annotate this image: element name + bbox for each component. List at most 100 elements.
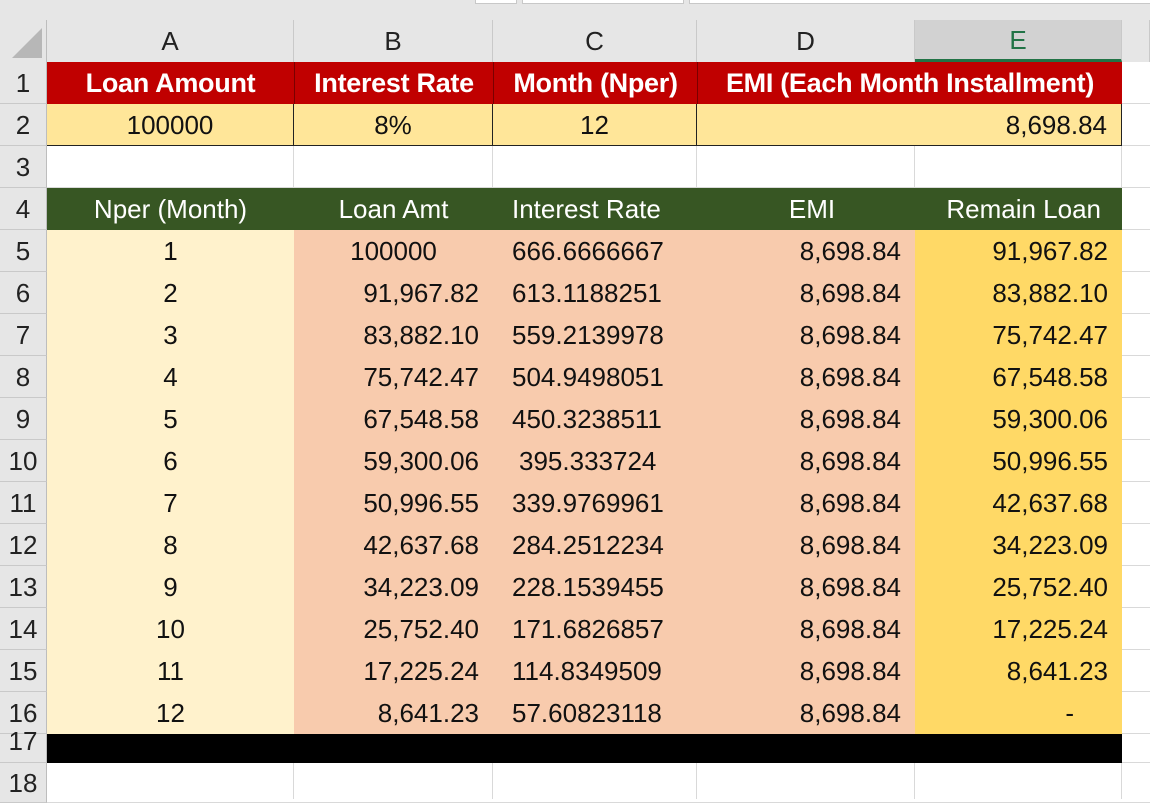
remain-loan-cell[interactable]: 8,641.23 [915,650,1122,692]
summary-header-months[interactable]: Month (Nper) [493,62,697,104]
interest-cell[interactable]: 284.2512234 [493,524,697,566]
select-all-button[interactable] [0,20,47,62]
row-header-4[interactable]: 4 [0,188,47,230]
emi-cell[interactable]: 8,698.84 [697,524,915,566]
row-header-12[interactable]: 12 [0,524,47,566]
schedule-header-remain[interactable]: Remain Loan [915,188,1122,230]
schedule-header-interest[interactable]: Interest Rate [493,188,697,230]
interest-cell[interactable]: 666.6666667 [493,230,697,272]
row-header-17[interactable]: 17 [0,728,47,763]
nper-cell[interactable]: 7 [47,482,294,524]
loan-amt-cell[interactable]: 17,225.24 [294,650,493,692]
summary-header-loan-amount[interactable]: Loan Amount [47,62,294,104]
remain-loan-cell[interactable]: 91,967.82 [915,230,1122,272]
remain-loan-cell[interactable]: 34,223.09 [915,524,1122,566]
remain-loan-cell[interactable]: 50,996.55 [915,440,1122,482]
column-header-c[interactable]: C [493,20,697,62]
column-header-b[interactable]: B [294,20,493,62]
interest-cell[interactable]: 339.9769961 [493,482,697,524]
remain-loan-cell[interactable]: 25,752.40 [915,566,1122,608]
emi-cell[interactable]: 8,698.84 [697,398,915,440]
row-header-3[interactable]: 3 [0,146,47,188]
loan-amt-cell[interactable]: 8,641.23 [294,692,493,734]
row-header-9[interactable]: 9 [0,398,47,440]
emi-cell[interactable]: 8,698.84 [697,230,915,272]
remain-loan-cell[interactable]: 59,300.06 [915,398,1122,440]
column-header-f[interactable] [1122,20,1150,62]
nper-cell[interactable]: 4 [47,356,294,398]
column-header-e[interactable]: E [915,20,1122,62]
nper-cell[interactable]: 10 [47,608,294,650]
row-header-14[interactable]: 14 [0,608,47,650]
interest-cell[interactable]: 613.1188251 [493,272,697,314]
loan-amt-cell[interactable]: 100000 [294,230,493,272]
nper-cell[interactable]: 8 [47,524,294,566]
nper-cell[interactable]: 12 [47,692,294,734]
interest-cell[interactable]: 57.60823118 [493,692,697,734]
loan-amt-cell[interactable]: 91,967.82 [294,272,493,314]
loan-amt-cell[interactable]: 50,996.55 [294,482,493,524]
schedule-header-loan-amt[interactable]: Loan Amt [294,188,493,230]
row-header-7[interactable]: 7 [0,314,47,356]
emi-cell[interactable]: 8,698.84 [697,692,915,734]
interest-cell[interactable]: 450.3238511 [493,398,697,440]
remain-loan-cell[interactable]: 83,882.10 [915,272,1122,314]
loan-amt-cell[interactable]: 34,223.09 [294,566,493,608]
loan-amt-cell[interactable]: 75,742.47 [294,356,493,398]
toolbar-slot [475,0,517,4]
nper-cell[interactable]: 5 [47,398,294,440]
loan-amt-cell[interactable]: 59,300.06 [294,440,493,482]
column-header-a[interactable]: A [47,20,294,62]
row-header-6[interactable]: 6 [0,272,47,314]
emi-cell[interactable]: 8,698.84 [697,440,915,482]
loan-amt-cell[interactable]: 42,637.68 [294,524,493,566]
schedule-header-nper[interactable]: Nper (Month) [47,188,294,230]
summary-header-emi[interactable]: EMI (Each Month Installment) [697,62,1122,104]
nper-cell[interactable]: 2 [47,272,294,314]
schedule-header-emi[interactable]: EMI [697,188,915,230]
interest-cell[interactable]: 228.1539455 [493,566,697,608]
row-header-13[interactable]: 13 [0,566,47,608]
emi-cell[interactable]: 8,698.84 [697,608,915,650]
interest-cell[interactable]: 171.6826857 [493,608,697,650]
ribbon-edge [0,0,1150,20]
emi-cell[interactable]: 8,698.84 [697,482,915,524]
row-header-5[interactable]: 5 [0,230,47,272]
emi-cell[interactable]: 8,698.84 [697,356,915,398]
interest-cell[interactable]: 395.333724 [493,440,697,482]
remain-loan-cell[interactable]: 42,637.68 [915,482,1122,524]
row-header-2[interactable]: 2 [0,104,47,146]
remain-loan-cell[interactable]: 17,225.24 [915,608,1122,650]
toolbar-slot [689,0,1150,4]
emi-cell[interactable]: 8,698.84 [697,314,915,356]
nper-cell[interactable]: 1 [47,230,294,272]
emi-cell[interactable]: 8,698.84 [697,650,915,692]
loan-amount-value[interactable]: 100000 [47,104,294,146]
emi-value[interactable]: 8,698.84 [697,104,1122,146]
emi-cell[interactable]: 8,698.84 [697,272,915,314]
loan-amt-cell[interactable]: 83,882.10 [294,314,493,356]
nper-cell[interactable]: 3 [47,314,294,356]
loan-amt-cell[interactable]: 25,752.40 [294,608,493,650]
interest-cell[interactable]: 504.9498051 [493,356,697,398]
column-header-d[interactable]: D [697,20,915,62]
emi-cell[interactable]: 8,698.84 [697,566,915,608]
row-header-8[interactable]: 8 [0,356,47,398]
interest-rate-value[interactable]: 8% [294,104,493,146]
row-header-11[interactable]: 11 [0,482,47,524]
nper-cell[interactable]: 6 [47,440,294,482]
row-header-1[interactable]: 1 [0,62,47,104]
remain-loan-cell[interactable]: 75,742.47 [915,314,1122,356]
nper-cell[interactable]: 11 [47,650,294,692]
row-header-15[interactable]: 15 [0,650,47,692]
remain-loan-cell[interactable]: - [915,692,1122,734]
interest-cell[interactable]: 559.2139978 [493,314,697,356]
loan-amt-cell[interactable]: 67,548.58 [294,398,493,440]
summary-header-interest-rate[interactable]: Interest Rate [294,62,493,104]
interest-cell[interactable]: 114.8349509 [493,650,697,692]
row-header-18[interactable]: 18 [0,763,47,803]
months-value[interactable]: 12 [493,104,697,146]
row-header-10[interactable]: 10 [0,440,47,482]
remain-loan-cell[interactable]: 67,548.58 [915,356,1122,398]
nper-cell[interactable]: 9 [47,566,294,608]
